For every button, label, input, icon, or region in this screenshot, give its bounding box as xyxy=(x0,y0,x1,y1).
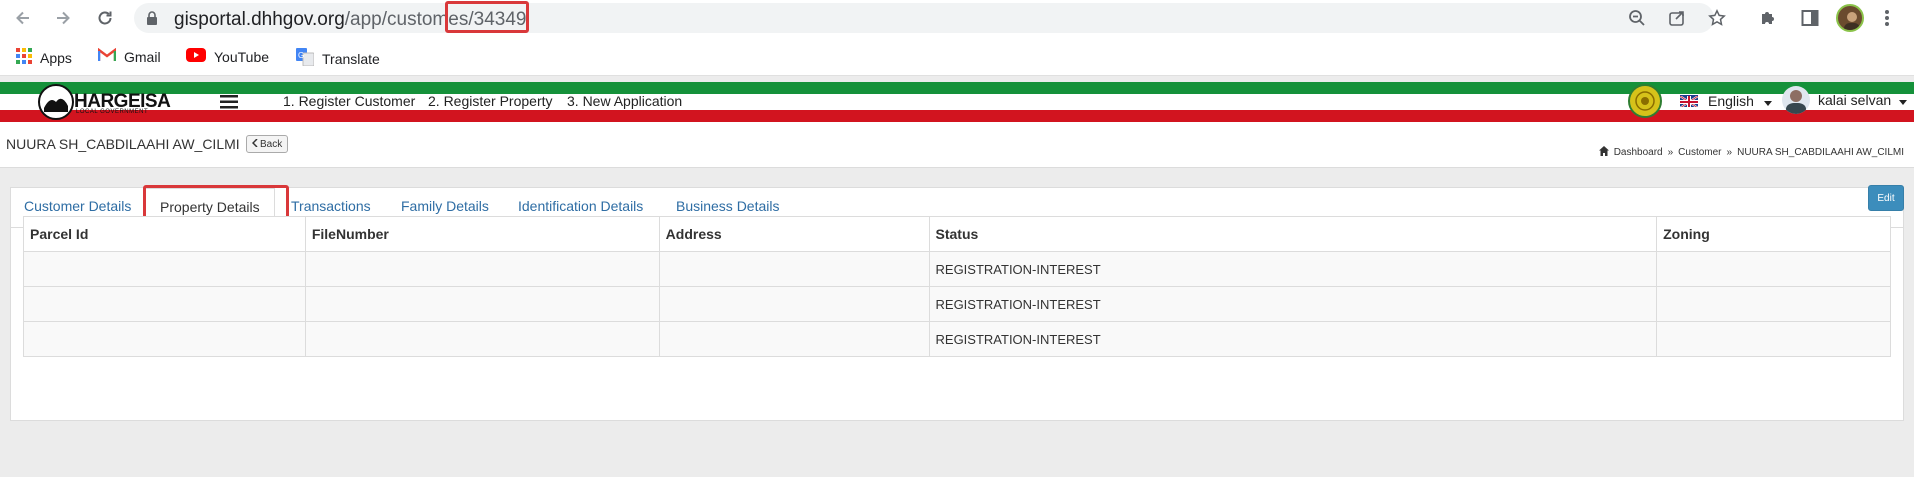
extensions-puzzle-icon[interactable] xyxy=(1758,8,1778,28)
logo-emblem-icon[interactable] xyxy=(38,84,74,120)
edit-button[interactable]: Edit xyxy=(1868,185,1904,211)
page-title: NUURA SH_CABDILAAHI AW_CILMI xyxy=(6,136,240,152)
svg-text:G: G xyxy=(298,51,304,60)
cell-status: REGISTRATION-INTEREST xyxy=(928,251,1658,287)
details-card: Customer Details Property Details Transa… xyxy=(10,185,1904,421)
share-icon[interactable] xyxy=(1668,9,1686,27)
language-label: English xyxy=(1708,93,1754,109)
url-path: /app/custome xyxy=(344,9,459,30)
cell-parcel-id xyxy=(23,286,306,322)
page-header: NUURA SH_CABDILAAHI AW_CILMI Back Dashbo… xyxy=(0,122,1914,168)
gmail-icon xyxy=(97,47,117,65)
reload-icon[interactable] xyxy=(94,7,116,29)
cell-address xyxy=(658,321,930,357)
table-row[interactable]: REGISTRATION-INTEREST xyxy=(23,286,1891,322)
tab-customer-details[interactable]: Customer Details xyxy=(24,198,131,214)
caret-down-icon xyxy=(1899,92,1908,108)
column-header-zoning[interactable]: Zoning xyxy=(1656,216,1891,252)
table-header-row: Parcel Id FileNumber Address Status Zoni… xyxy=(23,216,1891,252)
breadcrumb-separator: » xyxy=(1726,147,1733,158)
breadcrumb-current: NUURA SH_CABDILAAHI AW_CILMI xyxy=(1737,147,1904,158)
bookmark-label: Translate xyxy=(322,50,380,67)
tab-business-details[interactable]: Business Details xyxy=(676,198,780,214)
column-header-status[interactable]: Status xyxy=(928,216,1658,252)
cell-address xyxy=(658,286,930,322)
zoom-out-icon[interactable] xyxy=(1628,9,1646,27)
property-table: Parcel Id FileNumber Address Status Zoni… xyxy=(23,216,1891,357)
logo-subtext: LOCAL GOVERNMENT xyxy=(76,109,149,115)
youtube-icon xyxy=(186,48,206,65)
column-header-parcel-id[interactable]: Parcel Id xyxy=(23,216,306,252)
cell-address xyxy=(658,251,930,287)
address-bar[interactable]: gisportal.dhhgov.org/app/customes/34349 xyxy=(134,1,1726,33)
tab-family-details[interactable]: Family Details xyxy=(401,198,489,214)
cell-zoning xyxy=(1656,286,1891,322)
star-icon[interactable] xyxy=(1708,9,1726,27)
forward-arrow-icon[interactable] xyxy=(52,7,74,29)
column-header-address[interactable]: Address xyxy=(658,216,930,252)
nav-new-application[interactable]: 3. New Application xyxy=(567,93,682,109)
hamburger-menu-icon[interactable] xyxy=(220,95,238,114)
bookmark-youtube[interactable]: YouTube xyxy=(186,48,269,65)
breadcrumb-dashboard[interactable]: Dashboard xyxy=(1614,147,1663,158)
breadcrumb-separator: » xyxy=(1667,147,1674,158)
bookmark-gmail[interactable]: Gmail xyxy=(97,47,161,65)
bookmark-apps[interactable]: Apps xyxy=(16,48,72,67)
app-header: HARGEISA LOCAL GOVERNMENT 1. Register Cu… xyxy=(0,82,1914,122)
table-row[interactable]: REGISTRATION-INTEREST xyxy=(23,251,1891,287)
uk-flag-icon xyxy=(1680,95,1698,107)
cell-parcel-id xyxy=(23,251,306,287)
cell-parcel-id xyxy=(23,321,306,357)
user-name: kalai selvan xyxy=(1818,92,1892,108)
table-row[interactable]: REGISTRATION-INTEREST xyxy=(23,321,1891,357)
home-icon xyxy=(1598,146,1609,159)
bookmark-translate[interactable]: G Translate xyxy=(296,48,380,69)
bookmark-label: Apps xyxy=(40,49,72,66)
nav-register-property[interactable]: 2. Register Property xyxy=(428,93,553,109)
cell-file-number xyxy=(304,286,660,322)
cell-zoning xyxy=(1656,251,1891,287)
cell-status: REGISTRATION-INTEREST xyxy=(928,321,1658,357)
cell-zoning xyxy=(1656,321,1891,357)
bookmarks-bar: Apps Gmail YouTube G Translate xyxy=(0,36,1914,76)
tab-transactions[interactable]: Transactions xyxy=(291,198,371,214)
government-seal-icon xyxy=(1628,84,1662,118)
breadcrumb: Dashboard » Customer » NUURA SH_CABDILAA… xyxy=(1598,146,1904,159)
side-panel-icon[interactable] xyxy=(1800,8,1820,28)
breadcrumb-customer[interactable]: Customer xyxy=(1678,147,1721,158)
cell-file-number xyxy=(304,321,660,357)
lock-icon xyxy=(146,11,158,30)
tab-identification-details[interactable]: Identification Details xyxy=(518,198,643,214)
user-menu[interactable]: kalai selvan xyxy=(1818,92,1908,108)
chevron-left-icon xyxy=(251,137,258,150)
translate-icon: G xyxy=(296,48,315,69)
caret-down-icon xyxy=(1763,93,1772,109)
back-button[interactable]: Back xyxy=(246,135,289,153)
bookmark-label: Gmail xyxy=(124,48,161,65)
user-avatar[interactable] xyxy=(1782,86,1810,114)
language-selector[interactable]: English xyxy=(1680,93,1772,109)
flag-stripe-red xyxy=(0,110,1914,122)
nav-register-customer[interactable]: 1. Register Customer xyxy=(283,93,415,109)
more-menu-icon[interactable] xyxy=(1884,8,1890,33)
back-arrow-icon[interactable] xyxy=(12,7,34,29)
back-button-label: Back xyxy=(260,138,283,150)
column-header-file-number[interactable]: FileNumber xyxy=(304,216,660,252)
cell-status: REGISTRATION-INTEREST xyxy=(928,286,1658,322)
apps-grid-icon xyxy=(16,48,32,67)
cell-file-number xyxy=(304,251,660,287)
url-highlight-box xyxy=(445,1,529,33)
browser-toolbar: gisportal.dhhgov.org/app/customes/34349 xyxy=(0,0,1914,36)
profile-avatar[interactable] xyxy=(1836,4,1864,32)
bookmark-label: YouTube xyxy=(214,48,270,65)
url-host: gisportal.dhhgov.org xyxy=(174,9,345,30)
